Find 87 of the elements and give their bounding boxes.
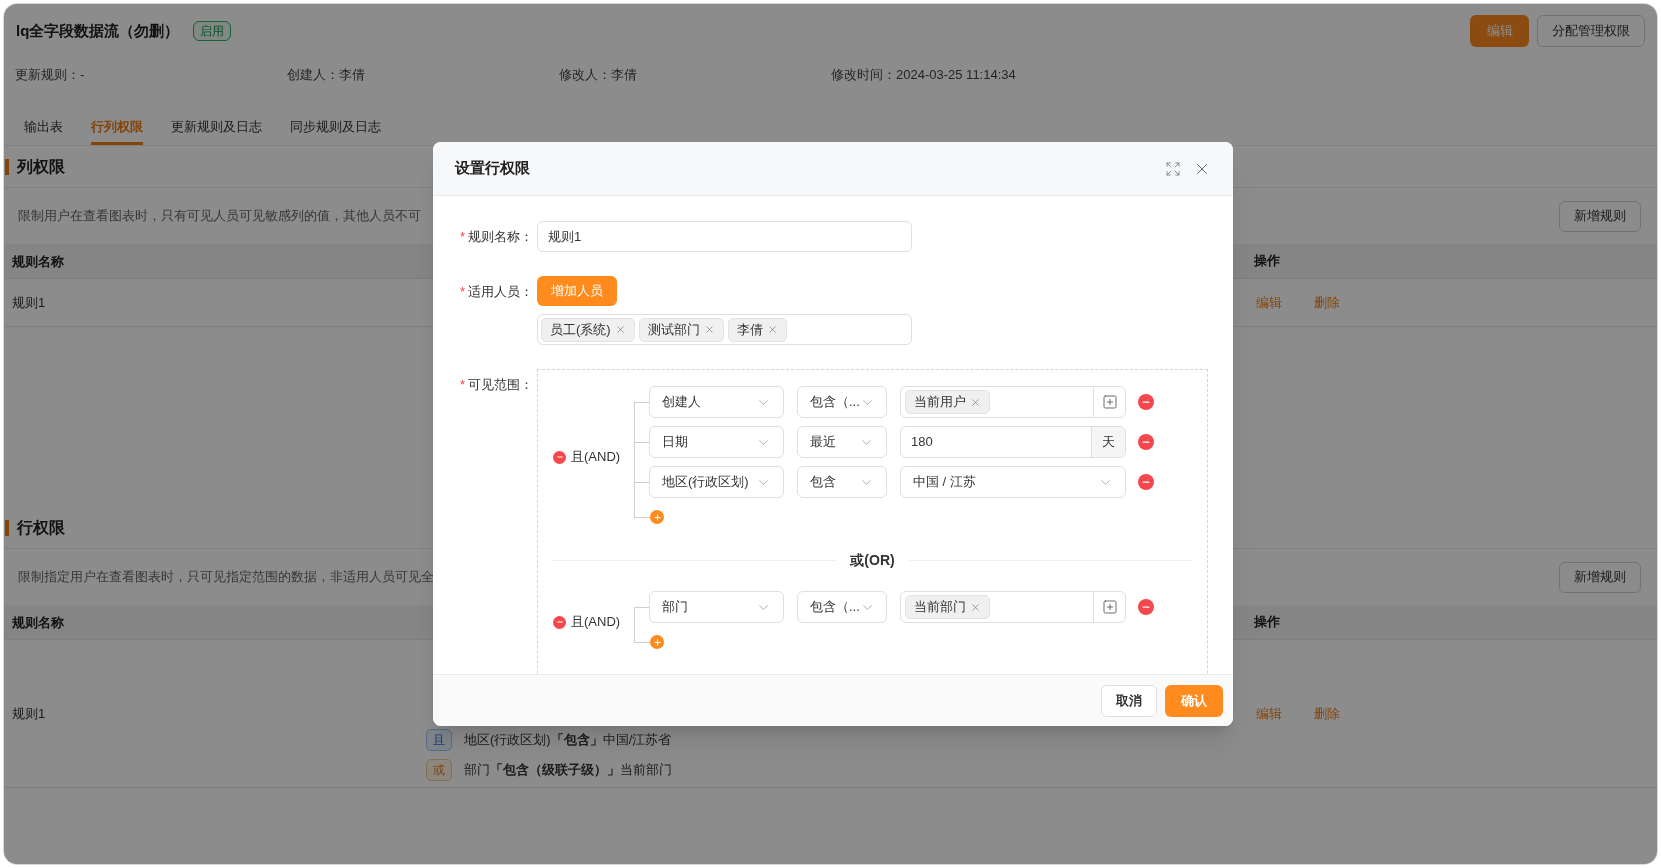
required-mark: *: [459, 282, 465, 301]
meta-label: 更新规则：: [15, 66, 80, 85]
column-header: 规则名称: [12, 254, 64, 269]
dialog-title: 设置行权限: [455, 158, 530, 179]
tag: 测试部门: [638, 317, 724, 342]
select-value: 日期: [662, 433, 688, 452]
tag-select-field[interactable]: 当前用户: [900, 386, 1126, 418]
tab[interactable]: 同步规则及日志: [290, 111, 381, 145]
field-label: 规则名称：: [468, 227, 533, 246]
select-field[interactable]: 包含: [797, 466, 887, 498]
select-field[interactable]: 地区(行政区划): [649, 466, 784, 498]
remove-icon[interactable]: [703, 324, 715, 335]
required-mark: *: [459, 375, 465, 394]
or-separator-label: 或(OR): [849, 551, 896, 570]
column-header: 规则名称: [12, 615, 64, 630]
select-field[interactable]: 包含（...: [797, 591, 887, 623]
column-header: 操作: [1254, 613, 1280, 632]
remove-icon[interactable]: [970, 396, 981, 408]
select-field[interactable]: 最近: [797, 426, 887, 458]
remove-icon[interactable]: [614, 324, 626, 335]
select-value: 包含: [810, 473, 836, 492]
remove-condition-icon[interactable]: [1138, 474, 1154, 490]
select-field[interactable]: 日期: [649, 426, 784, 458]
select-value: 创建人: [662, 393, 701, 412]
remove-icon[interactable]: [970, 601, 981, 613]
logic-label: 且(AND): [571, 448, 621, 467]
meta-label: 修改时间：: [831, 66, 896, 85]
meta-value: 李倩: [611, 66, 637, 85]
section-title: 列权限: [17, 156, 65, 177]
section-description: 限制用户在查看图表时，只有可见人员可见敏感列的值，其他人员不可: [18, 207, 421, 226]
add-condition-icon[interactable]: [650, 510, 664, 524]
tab[interactable]: 输出表: [24, 111, 63, 145]
section-title: 行权限: [17, 517, 65, 538]
logic-badge: 或: [426, 759, 452, 781]
condition-text: 部门「包含（级联子级）」当前部门: [464, 761, 672, 780]
logic-label: 且(AND): [571, 613, 621, 632]
field-label: 可见范围：: [468, 375, 533, 394]
meta-label: 创建人：: [287, 66, 339, 85]
remove-group-icon[interactable]: [553, 615, 566, 629]
unit-addon: 天: [1091, 427, 1125, 457]
select-field[interactable]: 包含（...: [797, 386, 887, 418]
tag: 李倩: [727, 317, 787, 342]
page-title: lq全字段数据流（勿删）: [16, 20, 180, 41]
condition-text: 地区(行政区划)「包含」中国/江苏省: [464, 731, 672, 750]
section-description: 限制指定用户在查看图表时，只可见指定范围的数据，非适用人员可见全: [18, 568, 434, 587]
select-value: 地区(行政区划): [662, 473, 749, 492]
member-tags-field[interactable]: 员工(系统) 测试部门 李倩: [537, 314, 912, 345]
meta-value: 李倩: [339, 66, 365, 85]
meta-value: 2024-03-25 11:14:34: [896, 66, 1016, 85]
remove-condition-icon[interactable]: [1138, 394, 1154, 410]
number-input[interactable]: 180: [901, 427, 1091, 457]
remove-group-icon[interactable]: [553, 450, 566, 464]
remove-condition-icon[interactable]: [1138, 599, 1154, 615]
tab[interactable]: 更新规则及日志: [171, 111, 262, 145]
add-rule-button[interactable]: 新增规则: [1559, 200, 1641, 232]
square-plus-icon: [1101, 394, 1118, 410]
meta-label: 修改人：: [559, 66, 611, 85]
meta-value: -: [80, 66, 85, 85]
expand-icon[interactable]: [1165, 160, 1181, 177]
select-value: 最近: [810, 433, 836, 452]
select-field[interactable]: 创建人: [649, 386, 784, 418]
select-field[interactable]: 部门: [649, 591, 784, 623]
cancel-button[interactable]: 取消: [1101, 684, 1157, 717]
tag-select-field[interactable]: 当前部门: [900, 591, 1126, 623]
add-rule-button[interactable]: 新增规则: [1559, 561, 1641, 593]
remove-icon[interactable]: [766, 324, 778, 335]
select-value: 部门: [662, 598, 688, 617]
select-value: 包含（...: [810, 598, 860, 617]
tag: 当前用户: [905, 390, 990, 414]
select-value: 包含（...: [810, 393, 860, 412]
permission-button[interactable]: 分配管理权限: [1537, 15, 1645, 47]
select-value: 中国 / 江苏: [913, 473, 976, 492]
tag: 员工(系统): [541, 317, 635, 342]
logic-badge: 且: [426, 729, 452, 751]
number-field[interactable]: 180 天: [900, 426, 1126, 458]
column-header: 操作: [1254, 252, 1280, 271]
remove-condition-icon[interactable]: [1138, 434, 1154, 450]
required-mark: *: [459, 227, 465, 246]
table-cell-text: 规则1: [12, 293, 46, 312]
select-field[interactable]: 中国 / 江苏: [900, 466, 1126, 498]
add-condition-icon[interactable]: [650, 635, 664, 649]
square-plus-icon: [1101, 599, 1118, 615]
tag: 当前部门: [905, 595, 990, 619]
field-label: 适用人员：: [468, 282, 533, 301]
rule-name-input[interactable]: 规则1: [537, 221, 912, 252]
status-badge: 启用: [193, 21, 232, 41]
table-cell-text: 规则1: [12, 704, 46, 723]
